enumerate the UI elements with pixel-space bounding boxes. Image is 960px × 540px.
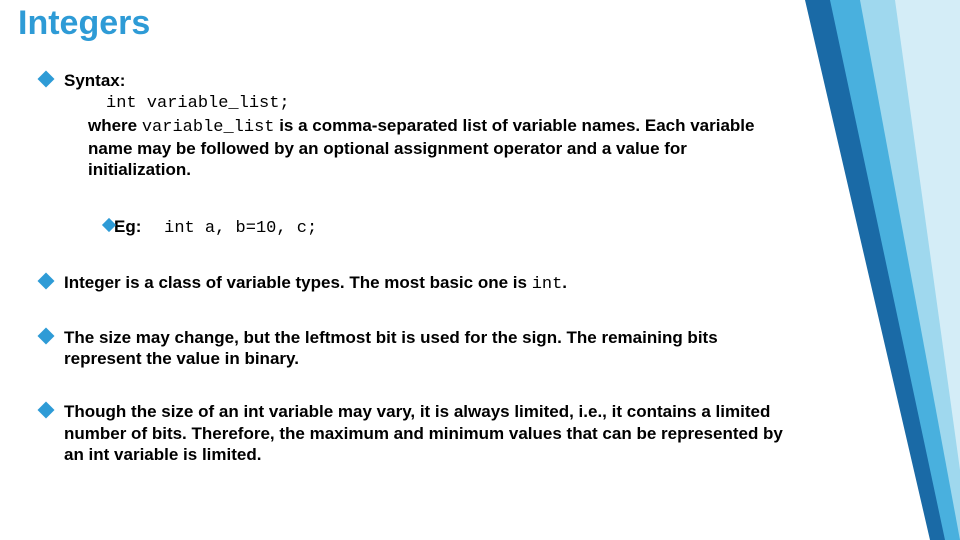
syntax-label: Syntax:: [64, 71, 125, 90]
bullet-syntax: Syntax: int variable_list; where variabl…: [40, 70, 790, 240]
corner-decoration: [760, 0, 960, 540]
syntax-desc: where variable_list is a comma-separated…: [64, 115, 790, 181]
diamond-icon: [38, 327, 55, 344]
bullet-limited: Though the size of an int variable may v…: [40, 401, 790, 465]
b4-text: Though the size of an int variable may v…: [64, 402, 783, 464]
diamond-icon: [38, 71, 55, 88]
slide-title: Integers: [18, 4, 150, 43]
code-text: int variable_list;: [106, 94, 290, 113]
b2-pre: Integer is a class of variable types. Th…: [64, 273, 532, 292]
b2-post: .: [562, 273, 567, 292]
diamond-icon: [38, 402, 55, 419]
eg-label: Eg:: [114, 217, 141, 236]
syntax-code-line: int variable_list;: [64, 91, 790, 114]
bullet-integer-class: Integer is a class of variable types. Th…: [40, 272, 790, 295]
example-line: Eg: int a, b=10, c;: [114, 216, 790, 239]
b2-code: int: [532, 275, 563, 294]
eg-code: int a, b=10, c;: [164, 219, 317, 238]
slide-body: Syntax: int variable_list; where variabl…: [40, 70, 790, 465]
b3-text: The size may change, but the leftmost bi…: [64, 328, 718, 368]
bullet-size-sign: The size may change, but the leftmost bi…: [40, 327, 790, 370]
desc-code: variable_list: [142, 118, 275, 137]
diamond-icon: [38, 272, 55, 289]
slide: Integers Syntax: int variable_list; wher…: [0, 0, 960, 540]
desc-pre: where: [88, 116, 142, 135]
